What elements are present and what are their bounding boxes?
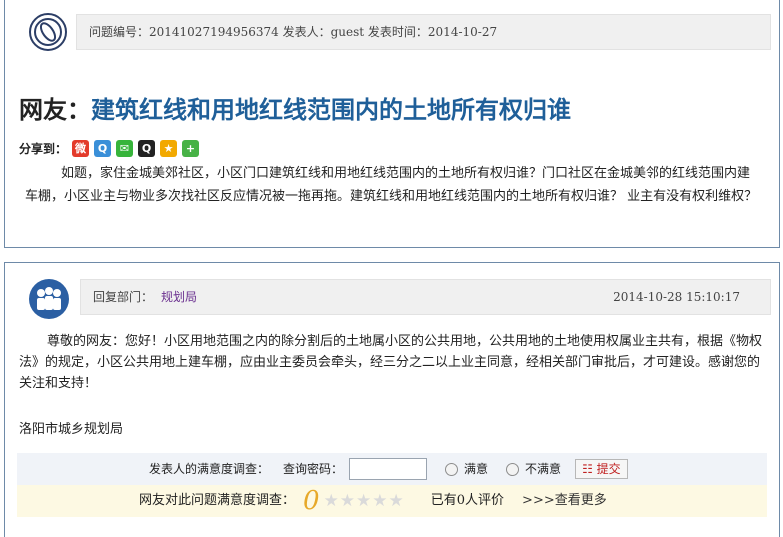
public-survey-label: 网友对此问题满意度调查： bbox=[139, 493, 296, 508]
rated-count: 已有0人评价 bbox=[430, 493, 505, 508]
poster-survey: 发表人的满意度调查： 查询密码： 满意 不满意 ☷ 提交 bbox=[17, 453, 767, 485]
question-title: 建筑红线和用地红线范围内的土地所有权归谁 bbox=[91, 96, 571, 124]
submit-button[interactable]: ☷ 提交 bbox=[575, 459, 628, 479]
submit-label: 提交 bbox=[596, 462, 621, 476]
reply-panel: 回复部门： 规划局 2014-10-28 15:10:17 尊敬的网友：您好！小区… bbox=[4, 262, 780, 537]
wechat-icon[interactable]: ✉ bbox=[116, 139, 134, 157]
title-prefix: 网友： bbox=[19, 96, 91, 124]
page-title: 网友：建筑红线和用地红线范围内的土地所有权归谁 bbox=[19, 90, 571, 125]
question-meta: 问题编号：20141027194956374 发表人：guest 发表时间：20… bbox=[76, 14, 771, 50]
reply-body: 尊敬的网友：您好！小区用地范围之内的除分割后的土地属小区的公共用地，公共用地的土… bbox=[19, 334, 763, 391]
survey-score: 0 bbox=[303, 486, 320, 516]
poster-survey-label: 发表人的满意度调查： bbox=[149, 462, 270, 476]
view-more-link[interactable]: >>>查看更多 bbox=[522, 485, 607, 517]
plus-icon[interactable]: + bbox=[182, 139, 200, 157]
user-avatar-icon bbox=[29, 13, 67, 51]
share-label: 分享到： bbox=[19, 141, 68, 156]
question-body: 如题，家住金城美郊社区，小区门口建筑红线和用地红线范围内的土地所有权归谁？门口社… bbox=[25, 166, 758, 204]
reply-signature: 洛阳市城乡规划局 bbox=[19, 422, 124, 437]
department-avatar-icon bbox=[29, 279, 69, 319]
dept-name-link[interactable]: 规划局 bbox=[161, 290, 197, 304]
reply-meta: 回复部门： 规划局 2014-10-28 15:10:17 bbox=[80, 279, 771, 315]
share-bar: 分享到： 微 Q ✉ Q ★ + bbox=[19, 138, 200, 158]
unsatisfied-label: 不满意 bbox=[525, 462, 562, 476]
qq-icon[interactable]: Q bbox=[138, 139, 156, 157]
question-panel: 问题编号：20141027194956374 发表人：guest 发表时间：20… bbox=[4, 0, 780, 248]
qzone-icon[interactable]: Q bbox=[94, 139, 112, 157]
weibo-icon[interactable]: 微 bbox=[72, 139, 90, 157]
reply-time: 2014-10-28 15:10:17 bbox=[613, 290, 740, 304]
rating-stars[interactable]: ★★★★★ bbox=[324, 485, 405, 517]
dept-label: 回复部门： bbox=[93, 290, 154, 304]
satisfied-label: 满意 bbox=[464, 462, 489, 476]
unsatisfied-radio[interactable] bbox=[506, 462, 520, 476]
star-icon[interactable]: ★ bbox=[160, 139, 178, 157]
list-icon: ☷ bbox=[582, 462, 593, 476]
public-survey: 网友对此问题满意度调查： 0 ★★★★★ 已有0人评价 >>>查看更多 bbox=[17, 485, 767, 517]
satisfied-radio[interactable] bbox=[445, 462, 459, 476]
password-label: 查询密码： bbox=[283, 462, 344, 476]
password-input[interactable] bbox=[349, 458, 428, 480]
